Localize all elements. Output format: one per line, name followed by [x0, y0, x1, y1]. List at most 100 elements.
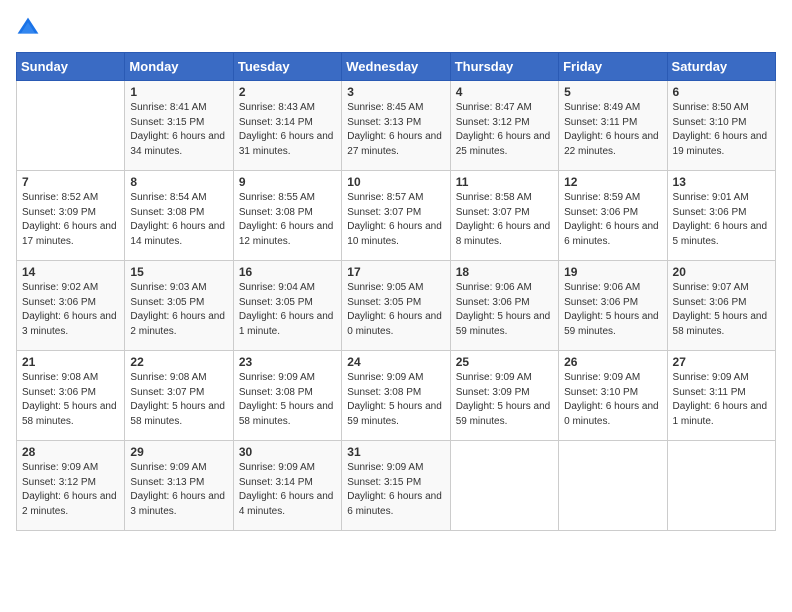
calendar-cell: 22Sunrise: 9:08 AMSunset: 3:07 PMDayligh… [125, 351, 233, 441]
day-info: Sunrise: 9:09 AMSunset: 3:08 PMDaylight:… [239, 371, 336, 429]
day-info: Sunrise: 9:04 AMSunset: 3:05 PMDaylight:… [239, 281, 336, 339]
calendar-cell: 6 Sunrise: 8:50 AMSunset: 3:10 PMDaylight… [667, 81, 775, 171]
day-number: 16 [239, 265, 336, 279]
day-number: 23 [239, 355, 336, 369]
calendar-week-1: 1 Sunrise: 8:41 AMSunset: 3:15 PMDaylight… [17, 81, 776, 171]
day-info: Sunrise: 9:05 AMSunset: 3:05 PMDaylight:… [347, 281, 444, 339]
calendar-cell: 16 Sunrise: 9:04 AMSunset: 3:05 PMDayligh… [233, 261, 341, 351]
day-info: Sunrise: 9:02 AMSunset: 3:06 PMDaylight:… [22, 281, 119, 339]
day-info: Sunrise: 8:52 AMSunset: 3:09 PMDaylight:… [22, 191, 119, 249]
day-number: 13 [673, 175, 770, 189]
day-number: 30 [239, 445, 336, 459]
day-info: Sunrise: 9:09 AMSunset: 3:11 PMDaylight:… [673, 371, 770, 429]
calendar-week-3: 14 Sunrise: 9:02 AMSunset: 3:06 PMDayligh… [17, 261, 776, 351]
calendar-cell: 30 Sunrise: 9:09 AMSunset: 3:14 PMDayligh… [233, 441, 341, 531]
logo-icon [16, 16, 40, 40]
day-number: 28 [22, 445, 119, 459]
weekday-header-saturday: Saturday [667, 53, 775, 81]
day-number: 4 [456, 85, 553, 99]
header [16, 16, 776, 40]
calendar-cell: 19 Sunrise: 9:06 AMSunset: 3:06 PMDayligh… [559, 261, 667, 351]
calendar-week-4: 21Sunrise: 9:08 AMSunset: 3:06 PMDayligh… [17, 351, 776, 441]
weekday-header-monday: Monday [125, 53, 233, 81]
day-number: 10 [347, 175, 444, 189]
calendar-cell: 1 Sunrise: 8:41 AMSunset: 3:15 PMDaylight… [125, 81, 233, 171]
day-info: Sunrise: 9:08 AMSunset: 3:06 PMDaylight:… [22, 371, 119, 429]
calendar-cell: 2Sunrise: 8:43 AMSunset: 3:14 PMDaylight… [233, 81, 341, 171]
day-number: 19 [564, 265, 661, 279]
day-number: 27 [673, 355, 770, 369]
day-number: 5 [564, 85, 661, 99]
calendar-week-5: 28 Sunrise: 9:09 AMSunset: 3:12 PMDayligh… [17, 441, 776, 531]
calendar-cell: 24 Sunrise: 9:09 AMSunset: 3:08 PMDayligh… [342, 351, 450, 441]
calendar-cell: 9 Sunrise: 8:55 AMSunset: 3:08 PMDaylight… [233, 171, 341, 261]
calendar-cell: 29Sunrise: 9:09 AMSunset: 3:13 PMDayligh… [125, 441, 233, 531]
logo [16, 16, 44, 40]
calendar-cell [559, 441, 667, 531]
day-number: 22 [130, 355, 227, 369]
calendar-cell: 18Sunrise: 9:06 AMSunset: 3:06 PMDayligh… [450, 261, 558, 351]
day-info: Sunrise: 8:55 AMSunset: 3:08 PMDaylight:… [239, 191, 336, 249]
calendar-header: SundayMondayTuesdayWednesdayThursdayFrid… [17, 53, 776, 81]
day-number: 1 [130, 85, 227, 99]
day-number: 24 [347, 355, 444, 369]
calendar-cell: 13 Sunrise: 9:01 AMSunset: 3:06 PMDayligh… [667, 171, 775, 261]
calendar-cell: 7 Sunrise: 8:52 AMSunset: 3:09 PMDaylight… [17, 171, 125, 261]
calendar-cell: 31 Sunrise: 9:09 AMSunset: 3:15 PMDayligh… [342, 441, 450, 531]
calendar-cell [17, 81, 125, 171]
day-number: 11 [456, 175, 553, 189]
calendar-cell: 27 Sunrise: 9:09 AMSunset: 3:11 PMDayligh… [667, 351, 775, 441]
day-number: 7 [22, 175, 119, 189]
calendar-week-2: 7 Sunrise: 8:52 AMSunset: 3:09 PMDaylight… [17, 171, 776, 261]
day-number: 26 [564, 355, 661, 369]
day-number: 25 [456, 355, 553, 369]
weekday-header-sunday: Sunday [17, 53, 125, 81]
weekday-header-friday: Friday [559, 53, 667, 81]
day-info: Sunrise: 8:59 AMSunset: 3:06 PMDaylight:… [564, 191, 661, 249]
day-number: 2 [239, 85, 336, 99]
day-info: Sunrise: 8:57 AMSunset: 3:07 PMDaylight:… [347, 191, 444, 249]
day-info: Sunrise: 9:09 AMSunset: 3:08 PMDaylight:… [347, 371, 444, 429]
day-info: Sunrise: 9:06 AMSunset: 3:06 PMDaylight:… [564, 281, 661, 339]
weekday-row: SundayMondayTuesdayWednesdayThursdayFrid… [17, 53, 776, 81]
calendar-body: 1 Sunrise: 8:41 AMSunset: 3:15 PMDaylight… [17, 81, 776, 531]
calendar-cell: 4 Sunrise: 8:47 AMSunset: 3:12 PMDaylight… [450, 81, 558, 171]
day-number: 20 [673, 265, 770, 279]
calendar-cell: 25 Sunrise: 9:09 AMSunset: 3:09 PMDayligh… [450, 351, 558, 441]
calendar-cell: 11 Sunrise: 8:58 AMSunset: 3:07 PMDayligh… [450, 171, 558, 261]
weekday-header-thursday: Thursday [450, 53, 558, 81]
calendar-cell: 20 Sunrise: 9:07 AMSunset: 3:06 PMDayligh… [667, 261, 775, 351]
day-number: 29 [130, 445, 227, 459]
day-info: Sunrise: 8:54 AMSunset: 3:08 PMDaylight:… [130, 191, 227, 249]
calendar-cell [450, 441, 558, 531]
day-info: Sunrise: 9:09 AMSunset: 3:10 PMDaylight:… [564, 371, 661, 429]
day-info: Sunrise: 9:01 AMSunset: 3:06 PMDaylight:… [673, 191, 770, 249]
calendar-cell: 12Sunrise: 8:59 AMSunset: 3:06 PMDayligh… [559, 171, 667, 261]
day-info: Sunrise: 8:58 AMSunset: 3:07 PMDaylight:… [456, 191, 553, 249]
day-number: 14 [22, 265, 119, 279]
day-info: Sunrise: 8:41 AMSunset: 3:15 PMDaylight:… [130, 101, 227, 159]
day-info: Sunrise: 9:09 AMSunset: 3:14 PMDaylight:… [239, 461, 336, 519]
day-number: 9 [239, 175, 336, 189]
day-number: 6 [673, 85, 770, 99]
calendar-cell: 15 Sunrise: 9:03 AMSunset: 3:05 PMDayligh… [125, 261, 233, 351]
calendar-cell: 28 Sunrise: 9:09 AMSunset: 3:12 PMDayligh… [17, 441, 125, 531]
day-info: Sunrise: 8:49 AMSunset: 3:11 PMDaylight:… [564, 101, 661, 159]
day-info: Sunrise: 8:47 AMSunset: 3:12 PMDaylight:… [456, 101, 553, 159]
day-number: 18 [456, 265, 553, 279]
calendar-cell: 23 Sunrise: 9:09 AMSunset: 3:08 PMDayligh… [233, 351, 341, 441]
calendar-table: SundayMondayTuesdayWednesdayThursdayFrid… [16, 52, 776, 531]
day-info: Sunrise: 9:09 AMSunset: 3:12 PMDaylight:… [22, 461, 119, 519]
day-info: Sunrise: 9:09 AMSunset: 3:15 PMDaylight:… [347, 461, 444, 519]
day-number: 15 [130, 265, 227, 279]
day-info: Sunrise: 8:50 AMSunset: 3:10 PMDaylight:… [673, 101, 770, 159]
calendar-cell: 26 Sunrise: 9:09 AMSunset: 3:10 PMDayligh… [559, 351, 667, 441]
day-info: Sunrise: 9:03 AMSunset: 3:05 PMDaylight:… [130, 281, 227, 339]
day-info: Sunrise: 9:07 AMSunset: 3:06 PMDaylight:… [673, 281, 770, 339]
day-info: Sunrise: 9:09 AMSunset: 3:09 PMDaylight:… [456, 371, 553, 429]
calendar-cell: 3Sunrise: 8:45 AMSunset: 3:13 PMDaylight… [342, 81, 450, 171]
day-number: 17 [347, 265, 444, 279]
calendar-cell: 17 Sunrise: 9:05 AMSunset: 3:05 PMDayligh… [342, 261, 450, 351]
day-number: 31 [347, 445, 444, 459]
day-number: 3 [347, 85, 444, 99]
